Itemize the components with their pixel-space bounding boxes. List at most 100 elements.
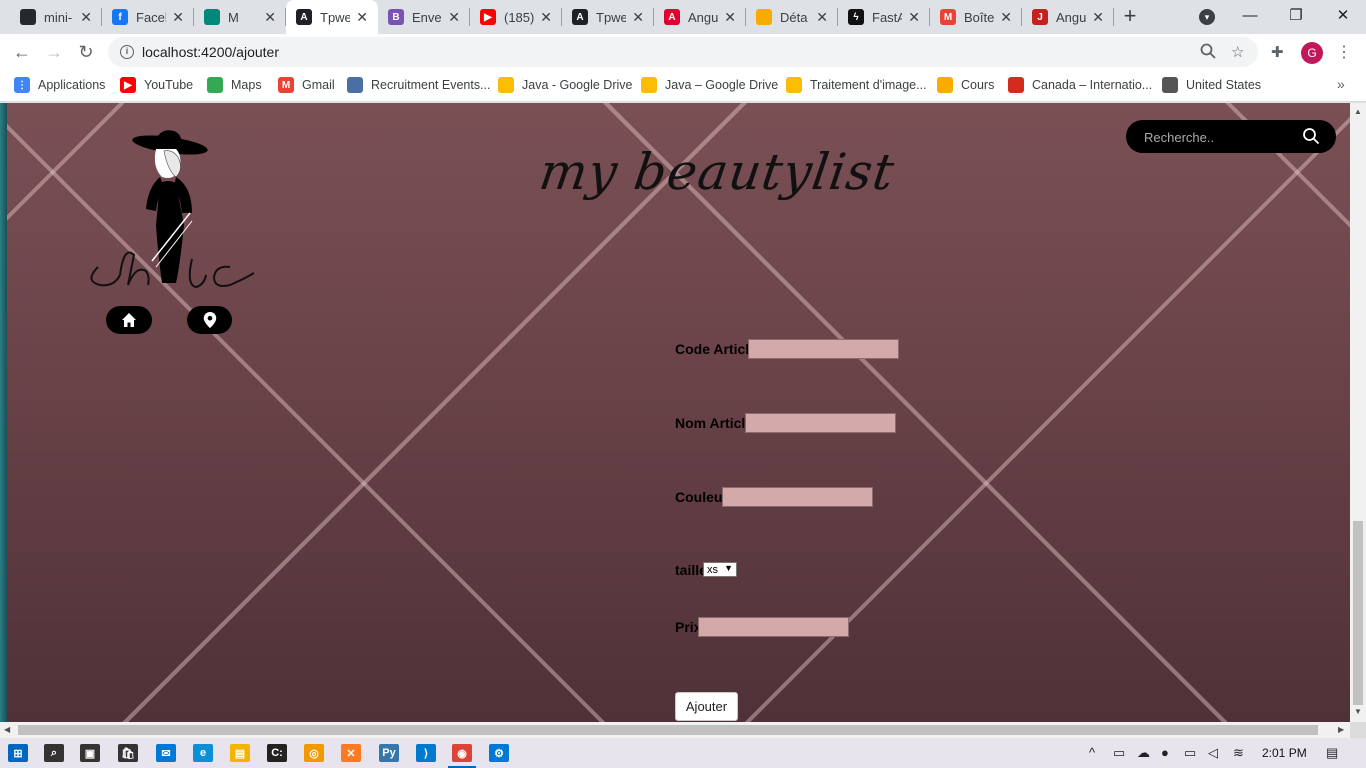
bookmark-star-icon[interactable]: ☆ xyxy=(1231,43,1244,61)
tab-title: Tpwe xyxy=(320,9,350,25)
store-icon[interactable]: 🛍 xyxy=(118,744,138,762)
tab-close-icon[interactable]: ✕ xyxy=(816,9,828,25)
scroll-right-icon[interactable]: ▶ xyxy=(1338,725,1344,734)
bookmark-item[interactable]: Java - Google Drive xyxy=(498,77,632,93)
bookmark-item[interactable]: Maps xyxy=(207,77,262,93)
search-icon[interactable] xyxy=(1302,127,1320,145)
couleur-input[interactable] xyxy=(722,487,873,507)
edge-icon[interactable]: e xyxy=(193,744,213,762)
bookmark-item[interactable]: Canada – Internatio... xyxy=(1008,77,1152,93)
bookmark-item[interactable]: ⋮ Applications xyxy=(14,77,105,93)
horizontal-scroll-thumb[interactable] xyxy=(18,725,1318,735)
meet-now-icon[interactable]: ▭ xyxy=(1113,745,1125,761)
tab-close-icon[interactable]: ✕ xyxy=(80,9,92,25)
scroll-down-icon[interactable]: ▼ xyxy=(1354,707,1362,716)
chic-logo[interactable] xyxy=(80,125,260,295)
task-view-icon[interactable]: ▣ xyxy=(80,744,100,762)
forward-icon[interactable]: → xyxy=(43,41,65,63)
windows-start-icon[interactable]: ⊞ xyxy=(8,744,28,762)
tab-2[interactable]: M ✕ xyxy=(194,0,286,34)
scrollbar-corner xyxy=(1350,722,1366,738)
search-icon[interactable]: ⌕ xyxy=(44,744,64,762)
battery-icon[interactable]: ▭ xyxy=(1184,745,1196,761)
onedrive-icon[interactable]: ☁ xyxy=(1137,745,1150,761)
chromium-app-icon[interactable]: ◎ xyxy=(304,744,324,762)
tab-5[interactable]: ▶ (185) ✕ xyxy=(470,0,562,34)
restore-icon[interactable]: ❐ xyxy=(1284,4,1308,28)
tab-3[interactable]: A Tpwe ✕ xyxy=(286,0,378,34)
tab-6[interactable]: A Tpwe ✕ xyxy=(562,0,654,34)
tab-close-icon[interactable]: ✕ xyxy=(172,9,184,25)
tab-close-icon[interactable]: ✕ xyxy=(448,9,460,25)
bookmark-item[interactable]: Cours xyxy=(937,77,994,93)
chrome-icon[interactable]: ◉ xyxy=(448,744,476,768)
wifi-icon[interactable]: ≋ xyxy=(1233,745,1244,761)
scroll-up-icon[interactable]: ▲ xyxy=(1354,107,1362,116)
prix-input[interactable] xyxy=(698,617,849,637)
ajouter-button[interactable]: Ajouter xyxy=(675,692,738,721)
clock[interactable]: 2:01 PM xyxy=(1262,746,1307,760)
tab-close-icon[interactable]: ✕ xyxy=(264,9,276,25)
python-icon[interactable]: Py xyxy=(379,744,399,762)
taille-select[interactable]: xs ▼ xyxy=(703,562,737,577)
vertical-scrollbar[interactable]: ▲ ▼ xyxy=(1350,103,1366,722)
zoom-icon[interactable] xyxy=(1200,43,1216,63)
xampp-icon[interactable]: ✕ xyxy=(341,744,361,762)
back-icon[interactable]: ← xyxy=(11,41,33,63)
vscode-icon[interactable]: ⟩ xyxy=(416,744,436,762)
close-window-icon[interactable]: ✕ xyxy=(1331,4,1355,28)
tab-0[interactable]: mini- ✕ xyxy=(10,0,102,34)
bookmark-item[interactable]: Recruitment Events... xyxy=(347,77,491,93)
vertical-scroll-thumb[interactable] xyxy=(1353,521,1363,705)
tab-close-icon[interactable]: ✕ xyxy=(724,9,736,25)
new-tab-button[interactable]: + xyxy=(1119,5,1141,27)
tab-search-icon[interactable]: ▾ xyxy=(1199,9,1215,25)
scroll-left-icon[interactable]: ◀ xyxy=(4,725,10,734)
file-explorer-icon[interactable]: ▤ xyxy=(230,744,250,762)
bookmarks-overflow-icon[interactable]: » xyxy=(1337,76,1345,92)
tab-close-icon[interactable]: ✕ xyxy=(540,9,552,25)
bookmark-item[interactable]: United States xyxy=(1162,77,1261,93)
extensions-puzzle-icon[interactable]: ✚ xyxy=(1271,43,1284,61)
search-box[interactable] xyxy=(1126,120,1336,153)
tab-close-icon[interactable]: ✕ xyxy=(1092,9,1104,25)
nom-article-input[interactable] xyxy=(745,413,896,433)
bookmark-item[interactable]: Java – Google Drive xyxy=(641,77,778,93)
url-text[interactable]: localhost:4200/ajouter xyxy=(142,44,279,60)
search-input[interactable] xyxy=(1144,127,1304,147)
minimize-icon[interactable]: — xyxy=(1238,4,1262,28)
tab-close-icon[interactable]: ✕ xyxy=(1000,9,1012,25)
horizontal-scrollbar[interactable]: ◀ ▶ xyxy=(0,722,1350,738)
site-info-icon[interactable]: i xyxy=(120,45,134,59)
bookmark-item[interactable]: Traitement d'image... xyxy=(786,77,927,93)
home-button[interactable] xyxy=(106,306,152,334)
terminal-icon[interactable]: C: xyxy=(267,744,287,762)
tab-7[interactable]: A Angu ✕ xyxy=(654,0,746,34)
volume-icon[interactable]: ◁ xyxy=(1208,745,1218,761)
tab-close-icon[interactable]: ✕ xyxy=(632,9,644,25)
location-button[interactable] xyxy=(187,306,232,334)
tray-chevron-icon[interactable]: ^ xyxy=(1089,745,1095,760)
code-article-input[interactable] xyxy=(748,339,899,359)
tab-4[interactable]: B Envel ✕ xyxy=(378,0,470,34)
address-bar[interactable]: i localhost:4200/ajouter ☆ xyxy=(108,37,1258,67)
mail-icon[interactable]: ✉ xyxy=(156,744,176,762)
youtube-icon: ▶ xyxy=(480,9,496,25)
profile-avatar[interactable]: G xyxy=(1301,42,1323,64)
bookmark-item[interactable]: M Gmail xyxy=(278,77,335,93)
browser-menu-icon[interactable]: ⋮ xyxy=(1336,42,1352,62)
tab-11[interactable]: J Angu ✕ xyxy=(1022,0,1114,34)
bookmark-item[interactable]: ▶ YouTube xyxy=(120,77,193,93)
notifications-icon[interactable]: ▤ xyxy=(1326,745,1338,761)
angular-icon: A xyxy=(664,9,680,25)
tab-close-icon[interactable]: ✕ xyxy=(908,9,920,25)
reload-icon[interactable]: ↻ xyxy=(75,41,97,63)
tab-8[interactable]: Déta ✕ xyxy=(746,0,838,34)
google-drive-icon xyxy=(786,77,802,93)
microphone-icon[interactable]: ● xyxy=(1161,745,1169,760)
tab-close-icon[interactable]: ✕ xyxy=(356,9,368,25)
settings-app-icon[interactable]: ⚙ xyxy=(489,744,509,762)
tab-9[interactable]: ϟ FastA ✕ xyxy=(838,0,930,34)
tab-1[interactable]: f Faceb ✕ xyxy=(102,0,194,34)
tab-10[interactable]: M Boîte ✕ xyxy=(930,0,1022,34)
